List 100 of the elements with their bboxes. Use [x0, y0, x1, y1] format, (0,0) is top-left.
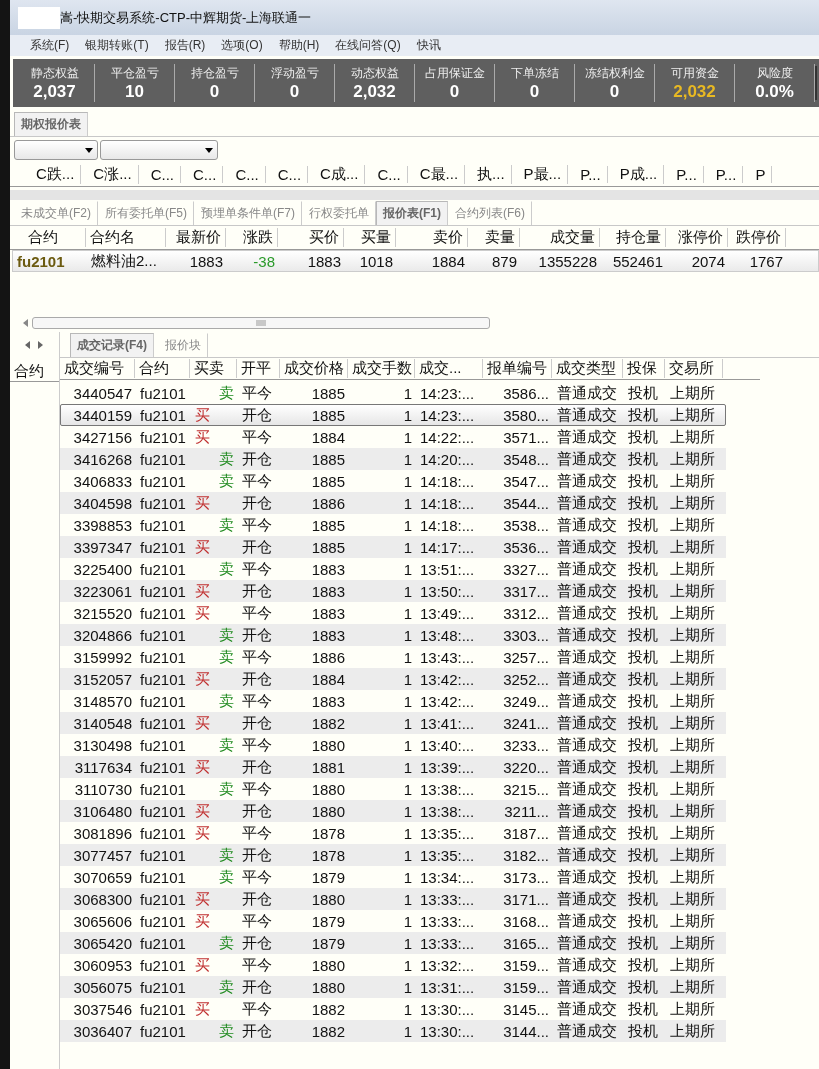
table-cell-text: 上期所: [669, 625, 716, 645]
quote-row[interactable]: fu2101 燃料油2... 1883 -38 1883 1018 1884 879 1355228 552461 2074 1767: [12, 250, 819, 272]
trade-row[interactable]: 3440159 fu2101 买 开仓 1885 1 14:23:... 3580... 普通成交 投机 上期所: [60, 404, 726, 426]
menu-item[interactable]: 在线问答(Q): [327, 37, 409, 54]
menu-item[interactable]: 快讯: [408, 37, 449, 54]
column-header: 交易所: [665, 359, 723, 378]
table-cell-text: fu2101: [139, 538, 187, 556]
trade-row[interactable]: 3152057 fu2101 买 开仓 1884 1 13:42:... 3252... 普通成交 投机 上期所: [60, 668, 726, 690]
table-cell-text: 552461: [611, 252, 664, 270]
table-cell-text: 投机: [627, 845, 659, 865]
trade-row[interactable]: 3140548 fu2101 买 开仓 1882 1 13:41:... 3241... 普通成交 投机 上期所: [60, 712, 726, 734]
menu-item[interactable]: 选项(O): [213, 37, 271, 54]
table-cell-text: 1: [402, 582, 413, 600]
table-cell-text: 13:33:...: [419, 934, 476, 952]
table-cell-text: 3159...: [502, 956, 550, 974]
menu-item[interactable]: 报告(R): [156, 37, 214, 54]
table-cell-text: 1883: [310, 626, 346, 644]
trade-row[interactable]: 3204866 fu2101 卖 开仓 1883 1 13:48:... 3303... 普通成交 投机 上期所: [60, 624, 726, 646]
left-arrow-icon[interactable]: [22, 319, 30, 327]
tab[interactable]: 未成交单(F2): [14, 201, 98, 225]
trade-row[interactable]: 3397347 fu2101 买 开仓 1885 1 14:17:... 3536... 普通成交 投机 上期所: [60, 536, 726, 558]
trade-row[interactable]: 3077457 fu2101 卖 开仓 1878 1 13:35:... 3182... 普通成交 投机 上期所: [60, 844, 726, 866]
table-cell-text: 开仓: [241, 405, 273, 425]
table-cell-text: 普通成交: [556, 977, 618, 997]
tab[interactable]: 报价块: [158, 333, 208, 357]
column-header: C...: [138, 166, 182, 183]
account-value: 2,032: [353, 81, 396, 102]
table-cell-text: 13:30:...: [419, 1000, 476, 1018]
table-cell-text: 平今: [241, 911, 273, 931]
table-cell-text: 卖: [218, 977, 235, 997]
table-cell-text: 投机: [627, 647, 659, 667]
tab[interactable]: 所有委托单(F5): [98, 201, 194, 225]
trade-row[interactable]: 3056075 fu2101 卖 开仓 1880 1 13:31:... 3159... 普通成交 投机 上期所: [60, 976, 726, 998]
table-cell-text: fu2101: [139, 912, 187, 930]
table-cell-text: 1: [402, 538, 413, 556]
tab[interactable]: 合约列表(F6): [448, 201, 532, 225]
table-cell-text: 3544...: [502, 494, 550, 512]
table-cell-text: 3056075: [72, 978, 133, 996]
menu-item[interactable]: 帮助(H): [270, 37, 328, 54]
table-cell-text: 上期所: [669, 867, 716, 887]
table-cell-text: 1: [402, 890, 413, 908]
trade-row[interactable]: 3036407 fu2101 卖 开仓 1882 1 13:30:... 3144... 普通成交 投机 上期所: [60, 1020, 726, 1042]
table-cell-text: 开仓: [241, 889, 273, 909]
table-cell-text: 投机: [627, 449, 659, 469]
table-cell-text: 卖: [218, 933, 235, 953]
column-header: C...: [181, 166, 224, 183]
left-arrow-icon[interactable]: [24, 341, 32, 349]
table-cell-text: 上期所: [669, 559, 716, 579]
menu-item[interactable]: 系统(F): [22, 37, 78, 54]
table-cell-text: 1884: [310, 428, 346, 446]
trade-row[interactable]: 3117634 fu2101 买 开仓 1881 1 13:39:... 3220... 普通成交 投机 上期所: [60, 756, 726, 778]
right-arrow-icon[interactable]: [36, 341, 44, 349]
table-cell-text: 平今: [241, 515, 273, 535]
table-cell-text: 买: [194, 757, 211, 777]
tab[interactable]: 报价表(F1): [376, 201, 448, 225]
menu-item[interactable]: 银期转账(T): [77, 37, 157, 54]
table-cell-text: 3225400: [72, 560, 133, 578]
column-header: C...: [365, 166, 408, 183]
table-cell-text: 买: [194, 669, 211, 689]
trade-row[interactable]: 3416268 fu2101 卖 开仓 1885 1 14:20:... 3548... 普通成交 投机 上期所: [60, 448, 726, 470]
table-cell-text: 3106480: [72, 802, 133, 820]
table-cell-text: 1878: [310, 846, 346, 864]
table-cell-text: 1879: [310, 934, 346, 952]
account-value: 0: [609, 81, 620, 102]
dropdown[interactable]: [14, 140, 98, 160]
tab[interactable]: 预埋单条件单(F7): [194, 201, 302, 225]
column-header: 成交价格: [280, 359, 348, 378]
tab[interactable]: 期权报价表: [14, 112, 88, 136]
table-cell-text: 投机: [627, 889, 659, 909]
table-cell-text: 开仓: [241, 933, 273, 953]
trade-row[interactable]: 3404598 fu2101 买 开仓 1886 1 14:18:... 3544... 普通成交 投机 上期所: [60, 492, 726, 514]
table-cell-text: 开仓: [241, 537, 273, 557]
table-cell-text: 13:48:...: [419, 626, 476, 644]
trade-row[interactable]: 3106480 fu2101 买 开仓 1880 1 13:38:... 3211... 普通成交 投机 上期所: [60, 800, 726, 822]
account-value: 0.0%: [755, 81, 794, 102]
trade-row[interactable]: 3068300 fu2101 买 开仓 1880 1 13:33:... 3171... 普通成交 投机 上期所: [60, 888, 726, 910]
table-cell-text: 上期所: [669, 405, 716, 425]
table-cell-text: 3440547: [72, 384, 133, 402]
table-cell-text: 1881: [310, 758, 346, 776]
dropdown[interactable]: [100, 140, 218, 160]
table-cell-text: 3404598: [72, 494, 133, 512]
table-cell-text: 13:34:...: [419, 868, 476, 886]
trade-row[interactable]: 3223061 fu2101 买 开仓 1883 1 13:50:... 3317... 普通成交 投机 上期所: [60, 580, 726, 602]
table-cell-text: 买: [194, 405, 211, 425]
table-cell-text: 1: [402, 934, 413, 952]
caret-icon: [205, 147, 213, 153]
table-cell-text: 投机: [627, 867, 659, 887]
trade-row[interactable]: 3065420 fu2101 卖 开仓 1879 1 13:33:... 3165... 普通成交 投机 上期所: [60, 932, 726, 954]
table-cell-text: 1: [402, 516, 413, 534]
table-cell-text: 1: [402, 692, 413, 710]
table-cell-text: 1018: [358, 252, 394, 270]
table-cell-text: 879: [490, 252, 518, 270]
column-header: P成...: [607, 165, 665, 184]
table-cell-text: 投机: [627, 801, 659, 821]
table-cell-text: 普通成交: [556, 757, 618, 777]
tab[interactable]: 成交记录(F4): [70, 333, 154, 357]
scroll-thumb[interactable]: [32, 317, 490, 329]
table-cell-text: 1880: [310, 736, 346, 754]
table-cell-text: 1: [402, 956, 413, 974]
table-cell-text: 卖: [218, 1021, 235, 1041]
